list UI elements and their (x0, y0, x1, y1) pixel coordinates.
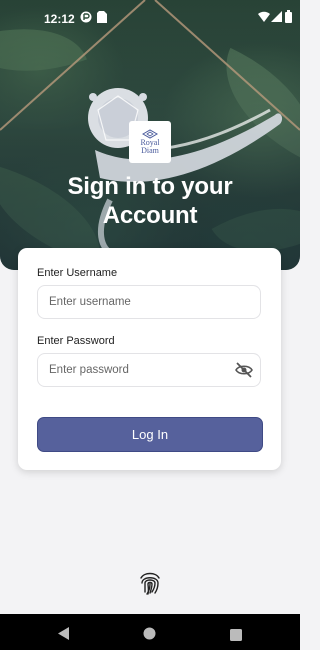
photo-icon (80, 11, 92, 26)
login-card: Enter Username Enter Password Log In (18, 248, 281, 470)
page-title: Sign in to your Account (67, 173, 233, 229)
username-input[interactable] (37, 285, 261, 319)
logo-text-line2: Diam (141, 146, 159, 155)
username-label: Enter Username (37, 267, 118, 279)
hero-banner: 12:12 Royal Diam Sign in to your Account (0, 0, 300, 270)
brand-logo: Royal Diam (129, 121, 171, 163)
signal-icon (271, 11, 282, 25)
fingerprint-icon[interactable] (138, 570, 162, 600)
password-input[interactable] (37, 353, 261, 387)
status-bar: 12:12 (0, 0, 300, 36)
recents-icon[interactable] (230, 626, 242, 645)
system-nav-bar (0, 614, 300, 650)
battery-icon (285, 10, 292, 26)
login-button[interactable]: Log In (37, 417, 263, 452)
wifi-icon (258, 11, 270, 25)
eye-off-icon[interactable] (235, 362, 253, 382)
password-label: Enter Password (37, 335, 115, 347)
back-icon[interactable] (58, 625, 70, 644)
sim-card-icon (97, 11, 107, 26)
status-time: 12:12 (44, 12, 75, 26)
home-icon[interactable] (143, 625, 156, 644)
